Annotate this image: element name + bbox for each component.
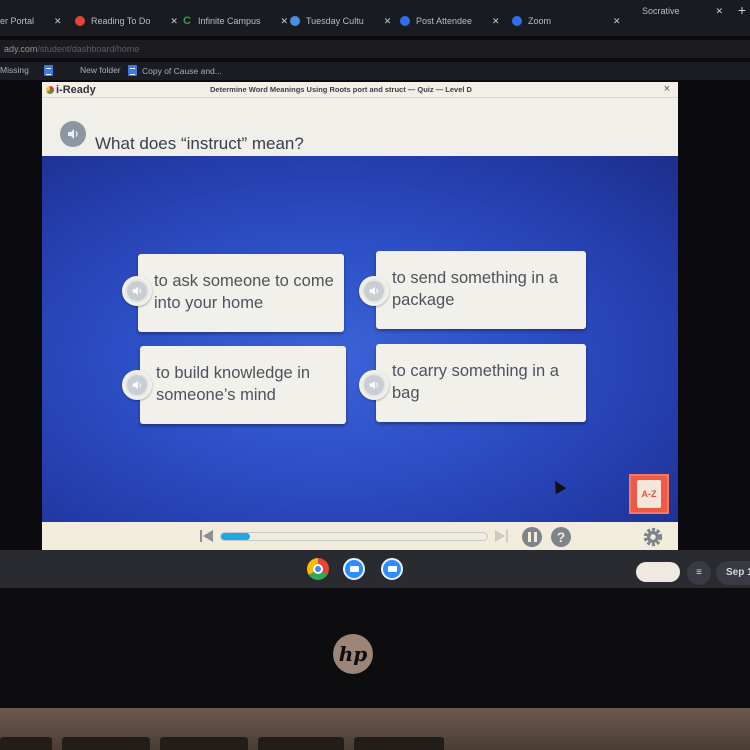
progress-bar [220,532,488,541]
tab-label: Tuesday Cultu [306,16,364,26]
keyboard-key [0,737,52,750]
close-icon[interactable]: ✕ [170,16,178,27]
bookmark-label: Copy of Cause and... [142,65,222,76]
close-icon[interactable]: ✕ [613,16,621,27]
skip-forward-icon[interactable] [494,530,508,542]
tab-label: Zoom [528,16,552,26]
answer-stage: to ask someone to come into your home to… [42,156,678,522]
pause-icon [527,532,531,542]
bookmark-label: New folder [80,65,121,75]
bookmark-doc[interactable] [44,65,53,76]
bookmark-missing[interactable]: Missing [0,65,29,75]
tab-tuesday-culture[interactable]: Tuesday Cultu ✕ [290,12,391,30]
date-display[interactable]: Sep 1 [716,561,750,585]
speaker-icon [369,286,378,296]
address-host: ady.com [4,44,38,54]
laptop-bezel [0,588,750,708]
answer-text: to ask someone to come into your home [154,272,334,312]
brand-name: i-Ready [56,84,96,96]
answer-audio-button-4[interactable] [359,370,389,400]
zoom-icon[interactable] [381,558,403,580]
speaker-icon [369,380,378,390]
answer-choice-3[interactable]: to build knowledge in someone’s mind [140,346,346,424]
glossary-button[interactable]: A-Z [629,474,669,514]
address-bar[interactable]: ady.com/student/dashboard/home [0,40,750,58]
tab-infinite-campus[interactable]: C Infinite Campus ✕ [182,12,288,30]
close-icon[interactable]: ✕ [384,16,392,27]
gear-icon[interactable] [642,526,664,548]
tab-zoom[interactable]: Zoom ✕ [512,12,621,30]
tab-reading-to-do[interactable]: Reading To Do ✕ [75,12,178,30]
close-icon[interactable]: ✕ [54,16,62,27]
keyboard-key [354,737,444,750]
close-icon[interactable]: ✕ [492,16,500,27]
question-panel: What does “instruct” mean? [42,98,678,156]
keyboard-key [62,737,150,750]
campus-icon: C [183,15,191,27]
iready-window: i-Ready Determine Word Meanings Using Ro… [42,82,678,550]
browser-tab-bar: er Portal ✕ Reading To Do ✕ C Infinite C… [0,0,750,36]
zoom-icon [400,16,410,26]
keyboard-key [258,737,344,750]
docs-icon [128,65,137,76]
app-title-bar: i-Ready Determine Word Meanings Using Ro… [42,82,678,98]
close-icon[interactable]: ✕ [281,16,289,27]
answer-choice-1[interactable]: to ask someone to come into your home [138,254,344,332]
pause-button[interactable] [522,527,542,547]
plus-icon[interactable]: + [738,2,746,18]
lesson-title: Determine Word Meanings Using Roots port… [210,85,472,94]
docs-icon [44,65,53,76]
tab-label: Infinite Campus [198,16,261,26]
close-lesson-button[interactable]: × [664,83,670,95]
close-icon[interactable]: ✕ [716,6,724,17]
flower-icon [75,16,85,26]
glossary-label: A-Z [641,489,657,499]
answer-choice-4[interactable]: to carry something in a bag [376,344,586,422]
answer-text: to send something in a package [392,269,559,309]
address-path: /student/dashboard/home [37,44,140,54]
hp-logo: hp [333,634,373,674]
tab-portal[interactable]: er Portal ✕ [0,12,62,30]
bookmark-copy-of-cause[interactable]: Copy of Cause and... [128,65,222,76]
book-icon: A-Z [637,480,661,508]
answer-choice-2[interactable]: to send something in a package [376,251,586,329]
skip-back-icon[interactable] [200,530,214,542]
iready-logo-icon [46,86,54,94]
zoom-icon [512,16,522,26]
tray-notifications[interactable] [636,562,680,582]
keyboard-key [160,737,248,750]
answer-audio-button-2[interactable] [359,276,389,306]
answer-text: to carry something in a bag [392,362,559,402]
tab-label: er Portal [0,16,35,26]
question-text: What does “instruct” mean? [95,134,304,153]
progress-fill [221,533,251,540]
tab-label: Reading To Do [91,16,151,26]
answer-text: to build knowledge in someone’s mind [156,364,311,404]
tab-socrative[interactable]: Socrative ✕ [642,2,723,20]
bookmarks-bar: Missing New folder Copy of Cause and... [0,62,750,80]
tab-label: Post Attendee [416,16,473,26]
tab-label: Socrative [642,6,680,16]
chrome-icon[interactable] [307,558,329,580]
globe-icon [290,16,300,26]
lesson-controls: ? [42,522,678,550]
speaker-icon [132,380,141,390]
speaker-icon [68,129,78,139]
tab-post-attendee[interactable]: Post Attendee ✕ [400,12,500,30]
answer-audio-button-3[interactable] [122,370,152,400]
help-button[interactable]: ? [551,527,571,547]
zoom-icon[interactable] [343,558,365,580]
bookmark-label: Missing [0,65,29,75]
question-audio-button[interactable] [60,121,86,147]
screen: er Portal ✕ Reading To Do ✕ C Infinite C… [0,0,750,750]
playlist-icon[interactable]: ≡ [687,561,711,585]
speaker-icon [132,286,141,296]
answer-audio-button-1[interactable] [122,276,152,306]
bookmark-new-folder[interactable]: New folder [80,65,121,75]
iready-logo: i-Ready [46,84,96,96]
